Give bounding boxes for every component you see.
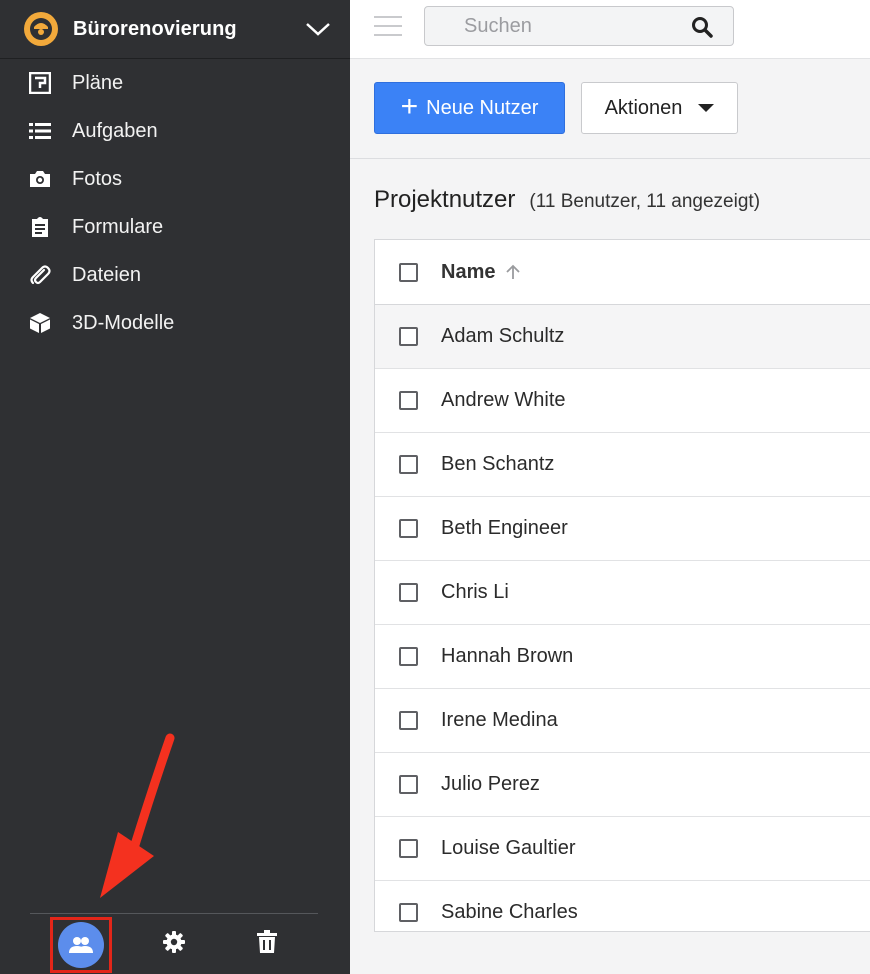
sidebar-item-label: 3D-Modelle [72,311,175,334]
user-name: Chris Li [441,581,509,603]
trash-button[interactable] [241,914,293,974]
gear-icon [162,930,186,959]
users-table: Name Adam Schultz Andrew White Ben Schan… [374,239,870,932]
table-row[interactable]: Adam Schultz [375,305,870,369]
sidebar-item-files[interactable]: Dateien [0,251,350,299]
table-row[interactable]: Louise Gaultier [375,817,870,881]
hamburger-menu-icon[interactable] [374,16,402,40]
project-users-button[interactable] [50,917,112,973]
sidebar-item-photos[interactable]: Fotos [0,155,350,203]
toolbar: + Neue Nutzer Aktionen [350,60,870,159]
user-name: Louise Gaultier [441,837,576,859]
sidebar: Bürorenovierung Pläne Aufgaben Fotos For… [0,0,350,974]
column-header-name[interactable]: Name [441,261,495,284]
project-logo-icon [24,12,58,46]
project-name: Bürorenovierung [73,17,237,40]
row-checkbox[interactable] [399,583,418,602]
project-selector[interactable]: Bürorenovierung [0,0,350,59]
user-name: Julio Perez [441,773,540,795]
page-title: Projektnutzer [374,186,516,213]
camera-icon [28,167,52,191]
top-bar [350,0,870,59]
actions-label: Aktionen [604,96,683,119]
select-all-checkbox[interactable] [399,262,418,282]
search-box [424,6,734,46]
trash-icon [257,929,277,959]
user-name: Hannah Brown [441,645,574,667]
row-checkbox[interactable] [399,711,418,730]
new-user-label: Neue Nutzer [426,96,539,119]
sidebar-item-forms[interactable]: Formulare [0,203,350,251]
user-name: Ben Schantz [441,453,555,475]
paperclip-icon [28,263,52,287]
table-row[interactable]: Ben Schantz [375,433,870,497]
sidebar-item-label: Aufgaben [72,119,158,142]
user-name: Andrew White [441,389,566,411]
sidebar-item-label: Dateien [72,263,141,286]
search-icon[interactable] [691,16,713,43]
sidebar-item-3d-models[interactable]: 3D-Modelle [0,299,350,347]
row-checkbox[interactable] [399,391,418,410]
sidebar-item-label: Fotos [72,167,123,190]
user-name: Irene Medina [441,709,558,731]
settings-button[interactable] [148,914,200,974]
actions-dropdown-button[interactable]: Aktionen [581,82,738,134]
table-row[interactable]: Hannah Brown [375,625,870,689]
table-row[interactable]: Sabine Charles [375,881,870,931]
new-user-button[interactable]: + Neue Nutzer [374,82,565,134]
search-input[interactable] [425,7,685,45]
sidebar-nav: Pläne Aufgaben Fotos Formulare Dateien 3… [0,59,350,347]
table-row[interactable]: Beth Engineer [375,497,870,561]
clipboard-icon [28,215,52,239]
row-checkbox[interactable] [399,327,418,346]
users-icon [58,922,104,968]
plus-icon: + [400,89,419,123]
section-header: Projektnutzer (11 Benutzer, 11 angezeigt… [374,186,760,214]
caret-down-icon [698,104,715,112]
plans-icon [28,71,52,95]
sidebar-item-label: Formulare [72,215,164,238]
table-row[interactable]: Irene Medina [375,689,870,753]
table-row[interactable]: Andrew White [375,369,870,433]
user-name: Beth Engineer [441,517,568,539]
row-checkbox[interactable] [399,775,418,794]
list-icon [28,119,52,143]
chevron-down-icon[interactable] [286,0,350,59]
sidebar-item-label: Pläne [72,71,124,94]
sidebar-item-plans[interactable]: Pläne [0,59,350,107]
table-header: Name [375,240,870,305]
sort-ascending-icon[interactable] [505,264,521,280]
row-checkbox[interactable] [399,647,418,666]
row-checkbox[interactable] [399,903,418,922]
table-row[interactable]: Julio Perez [375,753,870,817]
cube-icon [28,311,52,335]
table-row[interactable]: Chris Li [375,561,870,625]
user-name: Adam Schultz [441,325,565,347]
user-name: Sabine Charles [441,901,578,923]
sidebar-footer [0,914,350,974]
row-checkbox[interactable] [399,455,418,474]
user-count: (11 Benutzer, 11 angezeigt) [529,191,761,212]
row-checkbox[interactable] [399,839,418,858]
sidebar-item-tasks[interactable]: Aufgaben [0,107,350,155]
row-checkbox[interactable] [399,519,418,538]
